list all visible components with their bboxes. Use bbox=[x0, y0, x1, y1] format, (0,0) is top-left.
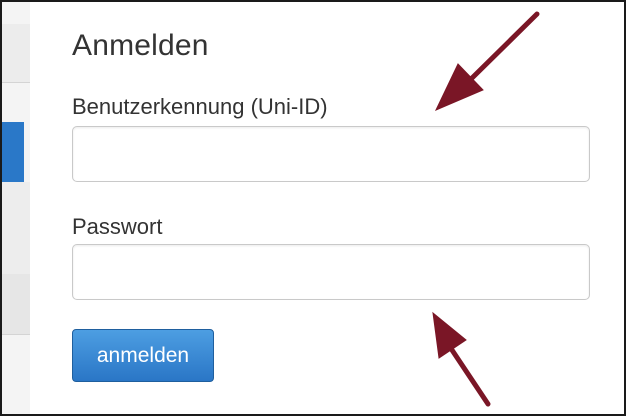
login-button[interactable]: anmelden bbox=[72, 329, 214, 382]
sidebar-divider bbox=[2, 334, 30, 335]
sidebar-item[interactable] bbox=[2, 182, 30, 274]
password-label: Passwort bbox=[72, 214, 163, 239]
login-panel: Anmelden Benutzerkennung (Uni-ID) Passwo… bbox=[0, 0, 626, 416]
password-field[interactable] bbox=[72, 244, 590, 300]
sidebar-divider bbox=[2, 82, 30, 83]
username-label: Benutzerkennung (Uni-ID) bbox=[72, 94, 328, 119]
sidebar-item[interactable] bbox=[2, 274, 30, 334]
username-field[interactable] bbox=[72, 126, 590, 182]
sidebar-item[interactable] bbox=[2, 24, 30, 82]
sidebar-item-active[interactable] bbox=[2, 122, 24, 182]
sidebar-edge bbox=[2, 2, 30, 414]
page-title: Anmelden bbox=[72, 29, 209, 62]
